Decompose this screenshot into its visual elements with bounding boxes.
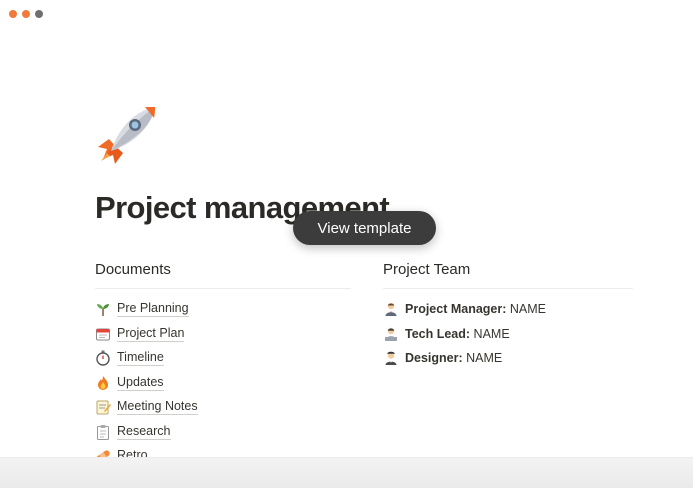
zoom-window-button[interactable] [35,10,43,18]
calendar-icon [95,326,111,342]
doc-link-meeting-notes[interactable]: Meeting Notes [117,399,198,416]
project-team-heading: Project Team [383,261,633,289]
team-member-name: NAME [473,326,510,341]
doc-link-research[interactable]: Research [117,424,171,440]
memo-icon [95,399,111,415]
list-item: Updates [95,371,351,396]
doc-link-pre-planning[interactable]: Pre Planning [117,301,189,318]
bottom-shadow [0,457,693,488]
minimize-window-button[interactable] [22,10,30,18]
view-template-button[interactable]: View template [293,211,436,245]
team-member-row: Project Manager: NAME [383,297,633,322]
team-member-name: NAME [509,302,547,317]
documents-heading: Documents [95,261,351,289]
doc-link-timeline[interactable]: Timeline [117,350,164,367]
fire-icon [95,375,111,391]
team-list: Project Manager: NAME Tech Lead: NAME De… [383,297,633,371]
list-item: Research [95,420,351,445]
seedling-icon [95,301,111,317]
team-member-name: NAME [466,351,503,366]
documents-section: Documents Pre Planning Project Plan Time… [95,261,351,469]
rocket-icon [95,103,159,167]
doc-link-project-plan[interactable]: Project Plan [117,326,185,342]
artist-icon [383,350,399,366]
stopwatch-icon [95,350,111,366]
team-member-role: Project Manager: [405,302,507,317]
team-member-row: Tech Lead: NAME [383,322,633,347]
technologist-icon [383,326,399,342]
documents-list: Pre Planning Project Plan Timeline Updat… [95,297,351,469]
clipboard-icon [95,424,111,440]
team-member-role: Tech Lead: [405,326,471,341]
team-member-role: Designer: [405,351,463,366]
project-team-section: Project Team Project Manager: NAME Tech … [383,261,633,371]
list-item: Meeting Notes [95,395,351,420]
list-item: Project Plan [95,322,351,347]
list-item: Timeline [95,346,351,371]
close-window-button[interactable] [9,10,17,18]
manager-icon [383,301,399,317]
window-controls [9,10,43,18]
team-member-row: Designer: NAME [383,346,633,371]
list-item: Pre Planning [95,297,351,322]
doc-link-updates[interactable]: Updates [117,375,164,391]
